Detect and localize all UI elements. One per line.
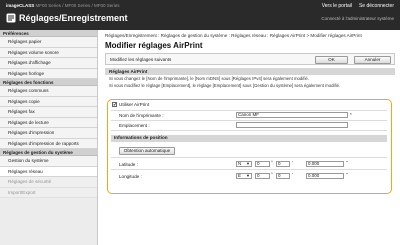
sidebar-item-system-management[interactable]: Gestion du système [0, 156, 97, 167]
latitude-minutes-input[interactable]: 0 [276, 161, 290, 167]
sidebar-item-clock[interactable]: Réglages horloge [0, 68, 97, 79]
settings-app-icon [6, 13, 16, 23]
sidebar-group-system: Réglages de gestion du système [0, 149, 97, 156]
divider [111, 130, 387, 131]
latitude-seconds-input[interactable]: 0.000 [306, 161, 344, 167]
longitude-label: Longitude : [119, 174, 142, 179]
latitude-direction-value: N [238, 161, 242, 166]
section-header: Réglages AirPrint [105, 68, 395, 75]
portal-link[interactable]: Vers le portail [322, 3, 352, 9]
edit-bar-label: Modifiez les réglages suivants [110, 57, 172, 62]
minute-symbol: ' [292, 160, 293, 165]
top-bar: imageCLASS MF00 Series / MF00 Series / M… [0, 0, 400, 30]
brand-model: MF00 Series / MF00 Series / MF00 Series [35, 3, 120, 8]
note-location: Si vous modifiez le réglage [Emplacement… [109, 82, 341, 88]
required-mark: * [350, 112, 352, 117]
sidebar-item-copy[interactable]: Réglages copie [0, 96, 97, 107]
longitude-direction-value: E [238, 173, 242, 178]
sidebar-item-common[interactable]: Réglages communs [0, 86, 97, 97]
longitude-seconds-input[interactable]: 0.000 [306, 173, 344, 179]
ok-button[interactable]: OK [315, 55, 348, 64]
sidebar-item-volume[interactable]: Réglages volume sonore [0, 47, 97, 58]
use-airprint-checkbox[interactable]: ✔ [112, 102, 117, 107]
sidebar-item-display[interactable]: Réglages d'affichage [0, 58, 97, 69]
logout-link[interactable]: Se déconnecter [359, 3, 394, 9]
printer-name-input[interactable]: Canon MF [236, 112, 348, 118]
divider [111, 120, 387, 121]
main-content: Réglages/Enregistrement : Réglages de ge… [105, 30, 395, 88]
sidebar-item-import-export[interactable]: Import/Export [0, 187, 97, 198]
page-title: Modifier réglages AirPrint [105, 41, 203, 50]
note-printer-name: Si vous changez le [Nom de l'imprimante]… [109, 76, 309, 81]
login-user: Connecté à l'administrateur système [321, 16, 394, 21]
minute-symbol: ' [292, 172, 293, 177]
app-title: Réglages/Enregistrement [19, 13, 128, 23]
sidebar-item-fax[interactable]: Réglages fax [0, 107, 97, 118]
location-input[interactable] [236, 122, 348, 128]
sidebar-item-scan[interactable]: Réglages de lecture [0, 117, 97, 128]
chevron-down-icon: ▼ [246, 173, 250, 178]
breadcrumb[interactable]: Réglages/Enregistrement : Réglages de ge… [105, 33, 395, 39]
degree-symbol: ° [271, 172, 273, 177]
sidebar-group-preferences: Préférences [0, 30, 97, 37]
auto-acquire-button[interactable]: Obtention automatique [119, 147, 175, 155]
sidebar-item-report-print[interactable]: Réglages d'impression de rapports [0, 138, 97, 149]
cancel-button[interactable]: Annuler [354, 55, 391, 64]
second-symbol: " [346, 172, 348, 177]
longitude-direction-select[interactable]: E ▼ [236, 173, 252, 179]
use-airprint-label: Utiliser AirPrint [119, 102, 150, 107]
second-symbol: " [346, 160, 348, 165]
chevron-down-icon: ▼ [246, 161, 250, 166]
sidebar-item-network[interactable]: Réglages réseau [0, 166, 97, 177]
sidebar-item-print[interactable]: Réglages d'impression [0, 128, 97, 139]
sidebar-item-paper[interactable]: Réglages papier [0, 37, 97, 48]
location-label: Emplacement : [119, 123, 150, 128]
latitude-direction-select[interactable]: N ▼ [236, 161, 252, 167]
latitude-label: Latitude : [119, 162, 138, 167]
sidebar: Préférences Réglages papier Réglages vol… [0, 30, 98, 245]
brand: imageCLASS MF00 Series / MF00 Series / M… [6, 3, 120, 8]
position-info-header: Informations de position [111, 135, 387, 142]
divider [111, 169, 387, 170]
longitude-degrees-input[interactable]: 0 [255, 173, 270, 179]
latitude-degrees-input[interactable]: 0 [255, 161, 270, 167]
longitude-minutes-input[interactable]: 0 [276, 173, 290, 179]
divider [111, 110, 387, 111]
degree-symbol: ° [271, 160, 273, 165]
edit-bar: Modifiez les réglages suivants OK Annule… [105, 53, 395, 65]
printer-name-label: Nom de l'imprimante : [119, 113, 164, 118]
divider [111, 157, 387, 158]
sidebar-item-security[interactable]: Réglages de sécurité [0, 177, 97, 188]
sidebar-group-functions: Réglages des fonctions [0, 79, 97, 86]
